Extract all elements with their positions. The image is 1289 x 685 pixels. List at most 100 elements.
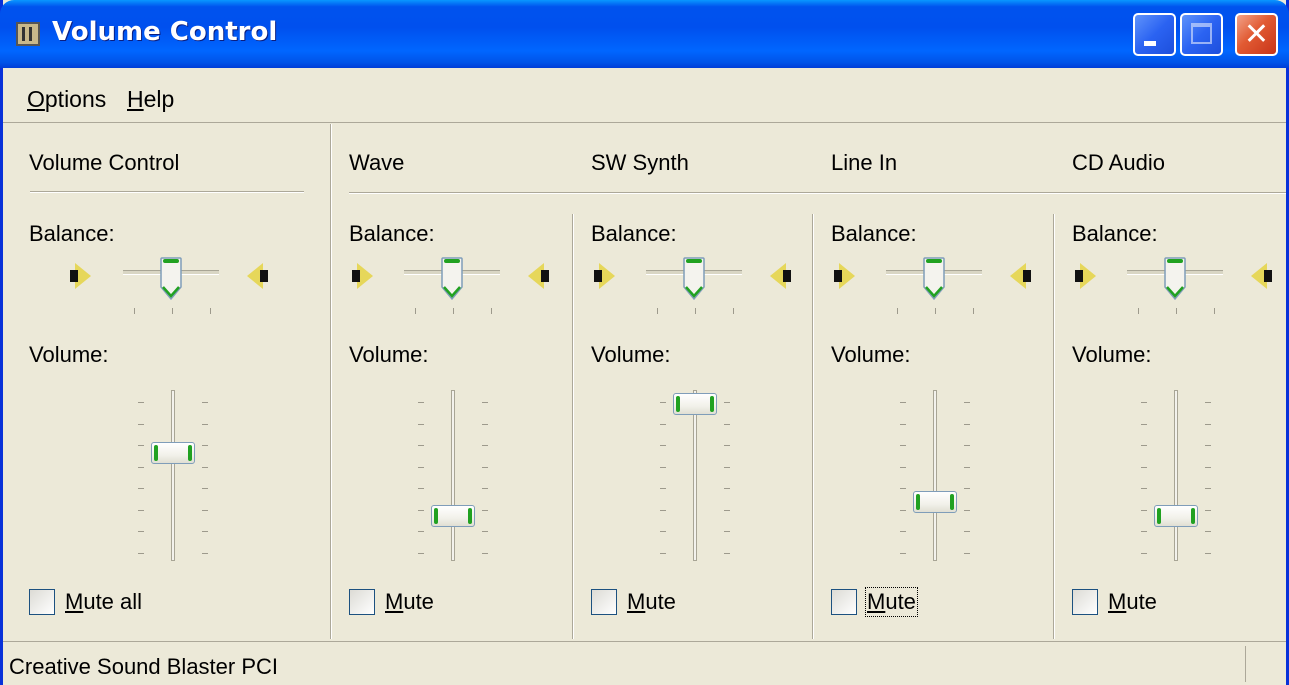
- balance-slider-thumb[interactable]: [683, 257, 705, 301]
- volume-tick: [900, 552, 906, 554]
- volume-tick: [724, 402, 730, 403]
- volume-label: Volume:: [831, 342, 911, 367]
- mute-checkbox[interactable]: [591, 589, 617, 615]
- volume-tick: [138, 488, 144, 489]
- volume-tick: [900, 488, 906, 489]
- balance-slider-thumb[interactable]: [441, 257, 463, 301]
- mute-label[interactable]: Mute: [627, 589, 676, 615]
- volume-control-window: Volume Control ✕ Options Help Volume Con…: [0, 0, 1289, 685]
- volume-tick: [482, 552, 488, 554]
- volume-tick: [138, 466, 144, 468]
- mute-checkbox[interactable]: [29, 589, 55, 615]
- volume-slider-thumb[interactable]: [913, 491, 957, 513]
- channel-panel: Wave Balance: Volume: Mute: [330, 124, 572, 639]
- mute-label-text: ute all: [83, 589, 143, 614]
- mute-label[interactable]: Mute all: [65, 589, 142, 615]
- mute-checkbox[interactable]: [349, 589, 375, 615]
- channel-name: Volume Control: [29, 150, 180, 175]
- volume-tick: [1141, 445, 1147, 446]
- volume-tick: [138, 531, 144, 532]
- balance-label: Balance:: [349, 221, 435, 246]
- balance-slider-thumb[interactable]: [1164, 257, 1186, 301]
- volume-tick: [964, 531, 970, 532]
- mute-label-text: ute: [885, 589, 916, 614]
- mute-label[interactable]: Mute: [385, 589, 434, 615]
- mute-label[interactable]: Mute: [865, 587, 918, 617]
- volume-tick: [964, 488, 970, 489]
- volume-tick: [202, 509, 208, 511]
- volume-tick: [900, 402, 906, 403]
- maximize-button[interactable]: [1180, 13, 1223, 56]
- close-button[interactable]: ✕: [1235, 13, 1278, 56]
- volume-tick: [660, 488, 666, 489]
- channel-panel: Volume Control Balance: Volume: Mute all: [3, 124, 330, 639]
- volume-slider-track[interactable]: [451, 390, 455, 561]
- channel-name: Wave: [349, 150, 405, 175]
- balance-tick: [1214, 308, 1215, 314]
- volume-tick: [202, 445, 208, 446]
- menu-help[interactable]: Help: [127, 86, 174, 113]
- volume-tick: [482, 423, 488, 425]
- minimize-button[interactable]: [1133, 13, 1176, 56]
- volume-tick: [1205, 402, 1211, 403]
- balance-tick: [134, 308, 135, 314]
- mute-label[interactable]: Mute: [1108, 589, 1157, 615]
- title-bar[interactable]: Volume Control ✕: [0, 0, 1289, 68]
- volume-tick: [202, 552, 208, 554]
- resize-grip[interactable]: [1245, 646, 1286, 682]
- balance-tick: [1138, 308, 1139, 314]
- channel-name: SW Synth: [591, 150, 689, 175]
- menu-options[interactable]: Options: [27, 86, 106, 113]
- volume-slider-track[interactable]: [933, 390, 937, 561]
- channel-name: CD Audio: [1072, 150, 1165, 175]
- volume-slider-thumb[interactable]: [1154, 505, 1198, 527]
- volume-tick: [724, 552, 730, 554]
- mute-mnemonic: M: [385, 589, 404, 614]
- volume-tick: [202, 423, 208, 425]
- volume-tick: [964, 466, 970, 468]
- volume-tick: [418, 445, 424, 446]
- speaker-left-icon: [1075, 262, 1097, 292]
- volume-tick: [202, 531, 208, 532]
- status-bar: Creative Sound Blaster PCI: [3, 641, 1286, 685]
- balance-slider-thumb[interactable]: [923, 257, 945, 301]
- speaker-right-icon: [1009, 262, 1031, 292]
- volume-tick: [138, 402, 144, 403]
- balance-slider-thumb[interactable]: [160, 257, 182, 301]
- speaker-left-icon: [594, 262, 616, 292]
- speaker-left-icon: [70, 262, 92, 292]
- balance-label: Balance:: [29, 221, 115, 246]
- volume-tick: [1205, 531, 1211, 532]
- minimize-icon: [1144, 41, 1156, 46]
- volume-tick: [1205, 509, 1211, 511]
- mute-mnemonic: M: [1108, 589, 1127, 614]
- volume-slider-thumb[interactable]: [151, 442, 195, 464]
- volume-tick: [418, 531, 424, 532]
- volume-slider-track[interactable]: [171, 390, 175, 561]
- volume-tick: [724, 488, 730, 489]
- volume-tick: [202, 402, 208, 403]
- channel-panel: Line In Balance: Volume: Mute: [812, 124, 1053, 639]
- mute-checkbox[interactable]: [831, 589, 857, 615]
- volume-tick: [202, 466, 208, 468]
- balance-tick: [657, 308, 658, 314]
- volume-tick: [482, 509, 488, 511]
- volume-tick: [1205, 488, 1211, 489]
- volume-tick: [1205, 466, 1211, 468]
- volume-tick: [1141, 402, 1147, 403]
- volume-slider-thumb[interactable]: [673, 393, 717, 415]
- volume-tick: [418, 423, 424, 425]
- volume-tick: [964, 423, 970, 425]
- volume-control-app-icon[interactable]: [16, 22, 40, 46]
- volume-tick: [660, 531, 666, 532]
- volume-slider-track[interactable]: [693, 390, 697, 561]
- mute-checkbox[interactable]: [1072, 589, 1098, 615]
- menu-help-label: elp: [143, 86, 175, 112]
- channel-panel: CD Audio Balance: Volume: Mute: [1053, 124, 1286, 639]
- volume-slider-thumb[interactable]: [431, 505, 475, 527]
- volume-tick: [418, 552, 424, 554]
- volume-tick: [660, 466, 666, 468]
- close-icon: ✕: [1243, 17, 1270, 52]
- mute-mnemonic: M: [627, 589, 646, 614]
- volume-slider-track[interactable]: [1174, 390, 1178, 561]
